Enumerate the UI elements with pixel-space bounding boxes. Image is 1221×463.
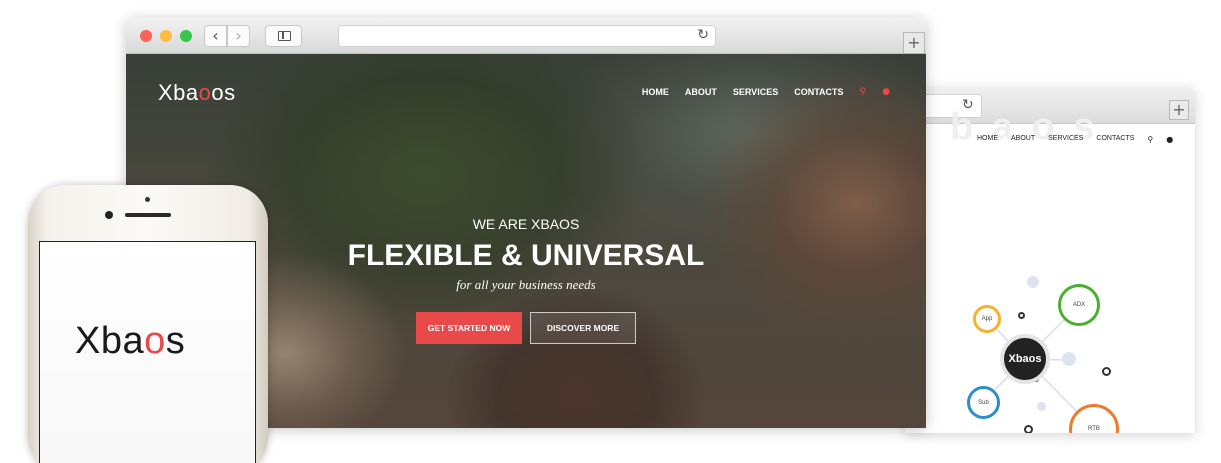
nav-about[interactable]: ABOUT: [685, 87, 717, 97]
search-icon[interactable]: ⚲: [860, 87, 867, 97]
diagram-dot: [1024, 425, 1033, 433]
get-started-button[interactable]: GET STARTED NOW: [416, 312, 522, 344]
diagram-node-app: App: [973, 305, 1001, 333]
logo-text-start: Xb: [158, 80, 186, 105]
phone-sensor: [145, 197, 150, 202]
nav-contacts[interactable]: CONTACTS: [794, 87, 843, 97]
nav-services[interactable]: SERVICES: [733, 87, 778, 97]
logo-text-accent: o: [198, 80, 212, 105]
sidebar-icon: [278, 31, 291, 41]
phone-logo: Xbaos: [75, 320, 186, 362]
browser-toolbar: ‹ › ↻ +: [126, 18, 926, 54]
diagram-node-adx: ADX: [1058, 284, 1100, 326]
diagram-dot: [1062, 352, 1076, 366]
close-window-button[interactable]: [140, 30, 152, 42]
phone-speaker: [125, 213, 171, 217]
logo-text-a: a: [185, 80, 199, 105]
discover-more-button[interactable]: DISCOVER MORE: [530, 312, 636, 344]
chevron-left-icon: ‹: [212, 26, 219, 45]
user-icon[interactable]: ●: [882, 87, 890, 97]
site-logo[interactable]: Xbaoos: [158, 80, 236, 106]
diagram-links: [982, 304, 1095, 430]
forward-button[interactable]: ›: [227, 25, 250, 47]
diagram-center-logo: Xbaos: [1000, 334, 1050, 384]
reload-icon[interactable]: ↻: [697, 27, 709, 43]
back-button[interactable]: ‹: [204, 25, 227, 47]
secondary-browser-window: ↻ + b a o s HOME ABOUT SERVICES CONTACTS…: [905, 88, 1195, 433]
phone-camera: [105, 211, 113, 219]
logo-text-end: os: [211, 80, 236, 105]
site-nav: HOME ABOUT SERVICES CONTACTS ⚲ ●: [642, 87, 890, 97]
phone-mockup: Xbaos: [28, 185, 268, 463]
address-bar[interactable]: ↻: [338, 25, 716, 47]
new-tab-button[interactable]: +: [903, 32, 925, 54]
secondary-page: b a o s HOME ABOUT SERVICES CONTACTS ⚲ ●…: [905, 106, 1195, 433]
diagram-dot: [1037, 402, 1046, 411]
chevron-right-icon: ›: [235, 26, 242, 45]
new-tab-icon[interactable]: +: [1169, 100, 1189, 120]
diagram-node-sub: Sub: [967, 386, 1000, 419]
diagram-dot: [1102, 367, 1111, 376]
minimize-window-button[interactable]: [160, 30, 172, 42]
nav-home[interactable]: HOME: [642, 87, 669, 97]
phone-screen: Xbaos: [39, 241, 256, 463]
diagram-dot: [1027, 276, 1039, 288]
maximize-window-button[interactable]: [180, 30, 192, 42]
diagram-dot: [1018, 312, 1025, 319]
sidebar-toggle-button[interactable]: [265, 25, 302, 47]
